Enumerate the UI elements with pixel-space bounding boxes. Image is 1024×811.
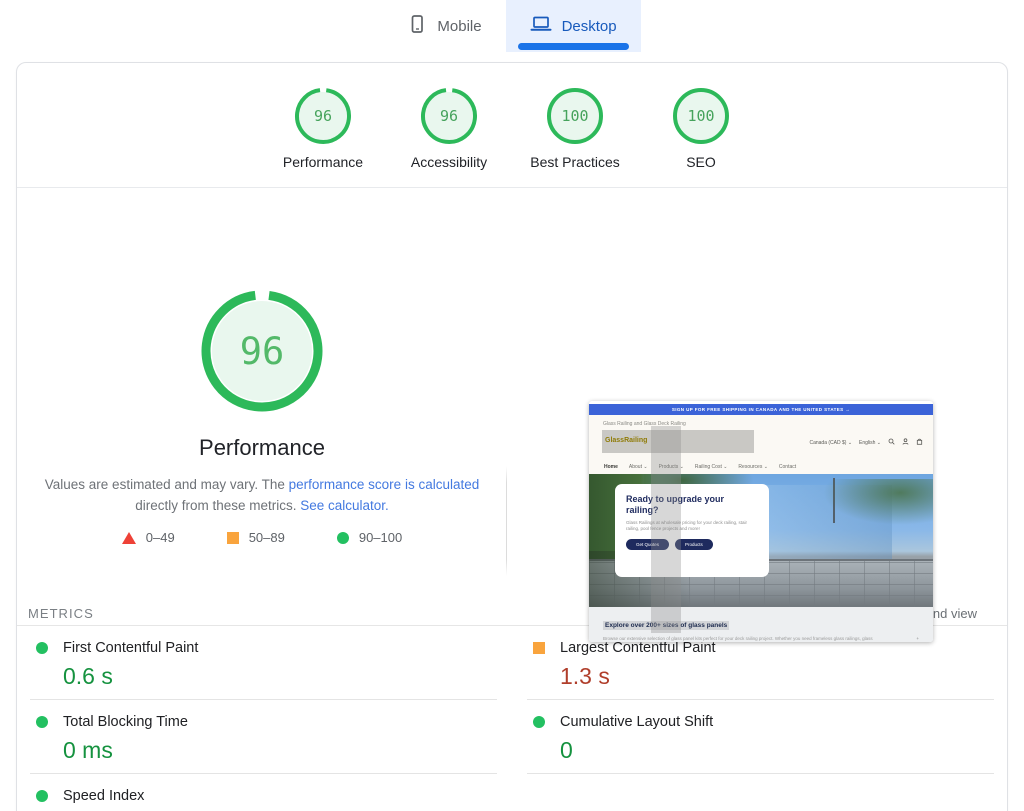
active-tab-underline xyxy=(518,43,629,50)
main-performance-score-value: 96 xyxy=(198,289,326,413)
metric-name: Largest Contentful Paint xyxy=(560,640,716,656)
phone-icon xyxy=(407,14,427,38)
hero-cta-card: Ready to upgrade your railing? Glass Rai… xyxy=(615,484,769,577)
seo-score-label[interactable]: SEO xyxy=(686,154,716,170)
laptop-icon xyxy=(530,14,552,38)
legend-pass-range: 90–100 xyxy=(359,530,402,545)
hero-trees-right xyxy=(823,479,933,524)
score-block-seo: 100 SEO xyxy=(653,87,749,187)
thumb-locale-select: Canada (CAD $) ⌄ xyxy=(809,440,852,446)
search-icon xyxy=(888,438,895,447)
metric-value: 1.3 s xyxy=(560,663,994,690)
user-icon xyxy=(902,438,909,447)
performance-summary-column: 96 Performance Values are estimated and … xyxy=(17,188,507,545)
legend-average: 50–89 xyxy=(227,530,285,545)
thumb-nav-railing-cost: Railing Cost ⌄ xyxy=(695,464,728,470)
performance-title: Performance xyxy=(199,435,325,461)
hero-buttons: Get Quotes Products xyxy=(626,539,758,550)
thumb-nav-resources: Resources ⌄ xyxy=(738,464,767,470)
thumb-site-logo: GlassRailing xyxy=(605,437,647,444)
average-square-icon xyxy=(533,642,545,654)
metric-first-contentful-paint: First Contentful Paint 0.6 s xyxy=(30,626,497,700)
performance-score-value: 96 xyxy=(294,87,352,145)
hero-heading: Ready to upgrade your railing? xyxy=(626,494,758,516)
best-practices-score-gauge[interactable]: 100 xyxy=(546,87,604,145)
pass-circle-icon xyxy=(36,642,48,654)
category-scores-row: 96 Performance 96 Accessibility 100 xyxy=(17,63,1007,188)
pass-circle-icon xyxy=(36,790,48,802)
device-tabbar: Mobile Desktop xyxy=(0,0,1024,52)
metric-total-blocking-time: Total Blocking Time 0 ms xyxy=(30,700,497,774)
accessibility-score-gauge[interactable]: 96 xyxy=(420,87,478,145)
metric-name: Speed Index xyxy=(63,788,144,804)
page-screenshot-thumbnail: SIGN UP FOR FREE SHIPPING IN CANADA AND … xyxy=(589,401,933,642)
metrics-grid: First Contentful Paint 0.6 s Largest Con… xyxy=(17,626,1007,811)
thumb-promo-banner: SIGN UP FOR FREE SHIPPING IN CANADA AND … xyxy=(589,404,933,415)
thumb-header-controls: Canada (CAD $) ⌄ English ⌄ xyxy=(809,438,923,447)
hero-subtext: Glass Railings at wholesale pricing for … xyxy=(626,520,758,534)
metric-name: First Contentful Paint xyxy=(63,640,198,656)
seo-score-value: 100 xyxy=(672,87,730,145)
metric-value: 0 xyxy=(560,737,994,764)
fail-triangle-icon xyxy=(122,532,136,544)
score-block-best-practices: 100 Best Practices xyxy=(527,87,623,187)
tab-mobile-label: Mobile xyxy=(437,18,481,35)
disclaimer-text-2: directly from these metrics. xyxy=(135,498,300,513)
score-block-performance: 96 Performance xyxy=(275,87,371,187)
thumb-section-text: Browse our extensive selection of glass … xyxy=(603,636,919,641)
metric-name: Cumulative Layout Shift xyxy=(560,714,713,730)
legend-fail-range: 0–49 xyxy=(146,530,175,545)
pass-circle-icon xyxy=(36,716,48,728)
best-practices-score-value: 100 xyxy=(546,87,604,145)
thumb-site-header: Glass Railing and Glass Deck Railing Gla… xyxy=(589,415,933,459)
score-block-accessibility: 96 Accessibility xyxy=(401,87,497,187)
disclaimer-text-1: Values are estimated and may vary. The xyxy=(45,477,289,492)
score-disclaimer: Values are estimated and may vary. The p… xyxy=(36,474,488,516)
metric-value: 0.6 s xyxy=(63,663,497,690)
pass-circle-icon xyxy=(533,716,545,728)
pass-circle-icon xyxy=(337,532,349,544)
legend-fail: 0–49 xyxy=(122,530,175,545)
metrics-section-title: METRICS xyxy=(28,606,94,621)
report-card: 96 Performance 96 Accessibility 100 xyxy=(16,62,1008,811)
see-calculator-link[interactable]: See calculator. xyxy=(300,498,389,513)
thumb-loading-placeholder-strip xyxy=(651,426,681,633)
thumb-nav: Home About ⌄ Products ⌄ Railing Cost ⌄ R… xyxy=(589,459,933,474)
thumb-section: Explore over 200+ sizes of glass panels … xyxy=(589,607,933,642)
thumb-plus: + xyxy=(916,636,919,641)
legend-average-range: 50–89 xyxy=(249,530,285,545)
metric-cumulative-layout-shift: Cumulative Layout Shift 0 xyxy=(527,700,994,774)
performance-score-label[interactable]: Performance xyxy=(283,154,363,170)
score-legend: 0–49 50–89 90–100 xyxy=(122,530,402,545)
tab-desktop[interactable]: Desktop xyxy=(506,0,641,52)
report-body: 96 Performance Values are estimated and … xyxy=(17,188,1007,601)
performance-score-gauge[interactable]: 96 xyxy=(294,87,352,145)
metric-speed-index: Speed Index 0.9 s xyxy=(30,774,497,811)
seo-score-gauge[interactable]: 100 xyxy=(672,87,730,145)
metric-name: Total Blocking Time xyxy=(63,714,188,730)
accessibility-score-label[interactable]: Accessibility xyxy=(411,154,487,170)
thumb-hero: Ready to upgrade your railing? Glass Rai… xyxy=(589,474,933,607)
legend-pass: 90–100 xyxy=(337,530,402,545)
main-performance-gauge[interactable]: 96 xyxy=(198,289,326,413)
thumb-nav-about: About ⌄ xyxy=(629,464,648,470)
metric-value: 0 ms xyxy=(63,737,497,764)
average-square-icon xyxy=(227,532,239,544)
score-calculation-link[interactable]: performance score is calculated xyxy=(289,477,480,492)
thumb-nav-contact: Contact xyxy=(779,464,796,470)
thumb-nav-home: Home xyxy=(604,464,618,470)
accessibility-score-value: 96 xyxy=(420,87,478,145)
thumb-language-select: English ⌄ xyxy=(859,440,881,446)
cart-icon xyxy=(916,438,923,447)
tab-mobile[interactable]: Mobile xyxy=(383,0,505,52)
tab-desktop-label: Desktop xyxy=(562,18,617,35)
best-practices-score-label[interactable]: Best Practices xyxy=(530,154,619,170)
